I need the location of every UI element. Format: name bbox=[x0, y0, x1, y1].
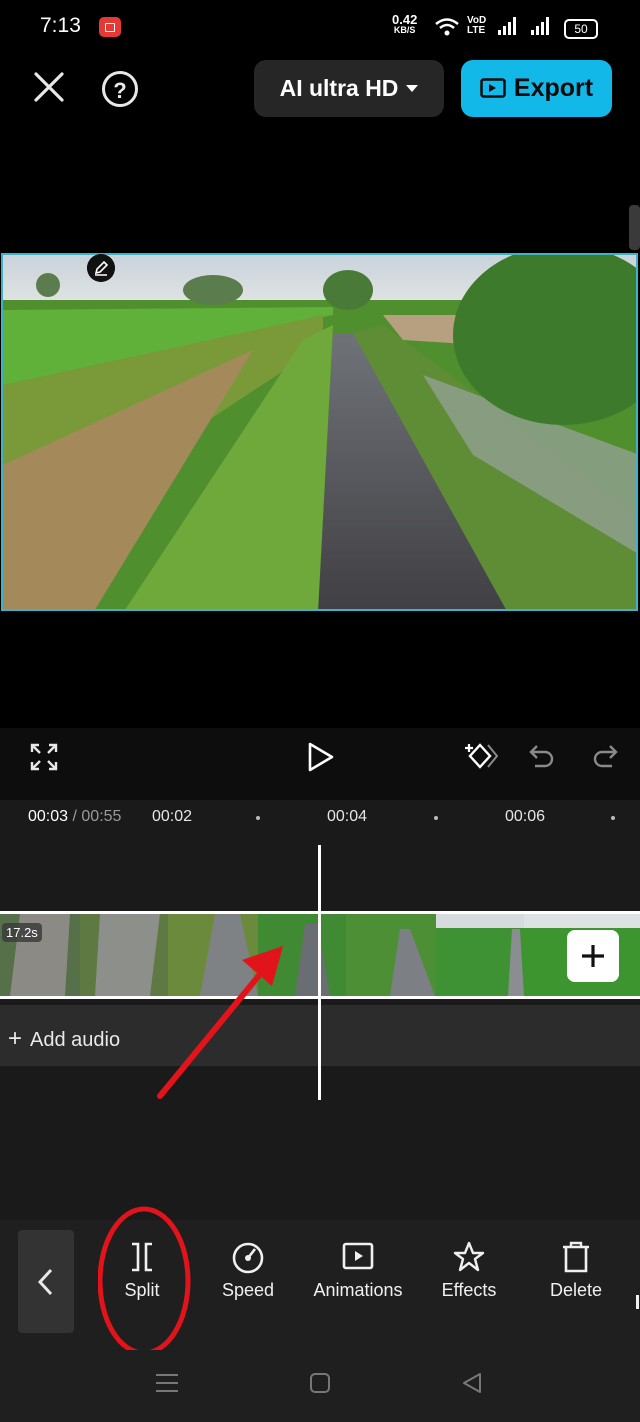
ruler-dot bbox=[256, 816, 260, 820]
speed-label: Speed bbox=[221, 1280, 275, 1300]
annotation-circle-icon bbox=[98, 1206, 191, 1356]
clip-duration-badge: 17.2s bbox=[2, 923, 42, 942]
current-time: 00:03 bbox=[28, 808, 69, 825]
trash-icon bbox=[563, 1241, 589, 1273]
caret-down-icon bbox=[406, 85, 419, 92]
add-audio-label: Add audio bbox=[30, 1029, 121, 1051]
video-preview[interactable] bbox=[1, 253, 638, 611]
speed-tool[interactable]: Speed bbox=[212, 1240, 284, 1301]
animation-icon bbox=[342, 1242, 374, 1270]
scroll-indicator bbox=[629, 205, 640, 250]
export-icon bbox=[480, 77, 506, 98]
menu-icon[interactable] bbox=[154, 1372, 180, 1394]
redo-icon[interactable] bbox=[592, 742, 620, 770]
export-button[interactable]: Export bbox=[461, 60, 612, 117]
quality-dropdown[interactable]: AI ultra HD bbox=[254, 60, 444, 117]
play-icon[interactable] bbox=[307, 742, 335, 772]
animations-label: Animations bbox=[313, 1280, 403, 1300]
animations-tool[interactable]: Animations bbox=[304, 1240, 412, 1301]
keyframe-icon[interactable] bbox=[462, 740, 498, 772]
ruler-dot bbox=[611, 816, 615, 820]
delete-label: Delete bbox=[549, 1280, 603, 1300]
plus-icon: + bbox=[8, 1025, 23, 1052]
battery-icon: 50 bbox=[564, 19, 598, 39]
ruler-mark: 00:06 bbox=[505, 808, 546, 825]
chevron-left-icon bbox=[37, 1268, 53, 1296]
add-audio-button[interactable]: + Add audio bbox=[8, 1025, 120, 1053]
effects-tool[interactable]: Effects bbox=[428, 1240, 510, 1301]
screen-record-icon bbox=[99, 17, 121, 37]
star-icon bbox=[453, 1241, 485, 1272]
signal-icon-sim1 bbox=[498, 17, 516, 35]
volte-badge: VoD LTE bbox=[467, 15, 487, 36]
video-frame-image bbox=[3, 255, 636, 609]
effects-label: Effects bbox=[441, 1280, 497, 1300]
total-time: / 00:55 bbox=[72, 808, 122, 825]
back-button[interactable] bbox=[18, 1230, 74, 1333]
signal-icon-sim2 bbox=[531, 17, 549, 35]
close-icon[interactable] bbox=[33, 71, 65, 103]
status-bar: 7:13 0.42 KB/S VoD LTE 50 bbox=[0, 0, 640, 56]
status-time: 7:13 bbox=[40, 14, 81, 37]
edit-pencil-icon[interactable] bbox=[87, 254, 115, 282]
undo-icon[interactable] bbox=[527, 742, 555, 770]
annotation-arrow-icon bbox=[157, 946, 283, 1099]
speed-icon bbox=[232, 1242, 264, 1274]
back-nav-icon[interactable] bbox=[460, 1371, 484, 1395]
network-speed: 0.42 KB/S bbox=[392, 13, 417, 36]
quality-label: AI ultra HD bbox=[279, 75, 399, 101]
more-tools-edge bbox=[636, 1295, 639, 1309]
wifi-icon bbox=[435, 18, 459, 36]
fullscreen-icon[interactable] bbox=[30, 743, 58, 771]
help-icon[interactable]: ? bbox=[102, 71, 138, 107]
ruler-mark: 00:04 bbox=[327, 808, 368, 825]
home-icon[interactable] bbox=[308, 1371, 332, 1395]
playhead[interactable] bbox=[318, 845, 321, 1100]
ruler-mark: 00:02 bbox=[152, 808, 193, 825]
delete-tool[interactable]: Delete bbox=[540, 1240, 612, 1301]
add-clip-plus-icon[interactable] bbox=[567, 930, 619, 982]
export-label: Export bbox=[513, 74, 594, 102]
network-speed-unit: KB/S bbox=[393, 25, 416, 35]
ruler-dot bbox=[434, 816, 438, 820]
time-readout: 00:03 / 00:55 bbox=[28, 808, 121, 826]
